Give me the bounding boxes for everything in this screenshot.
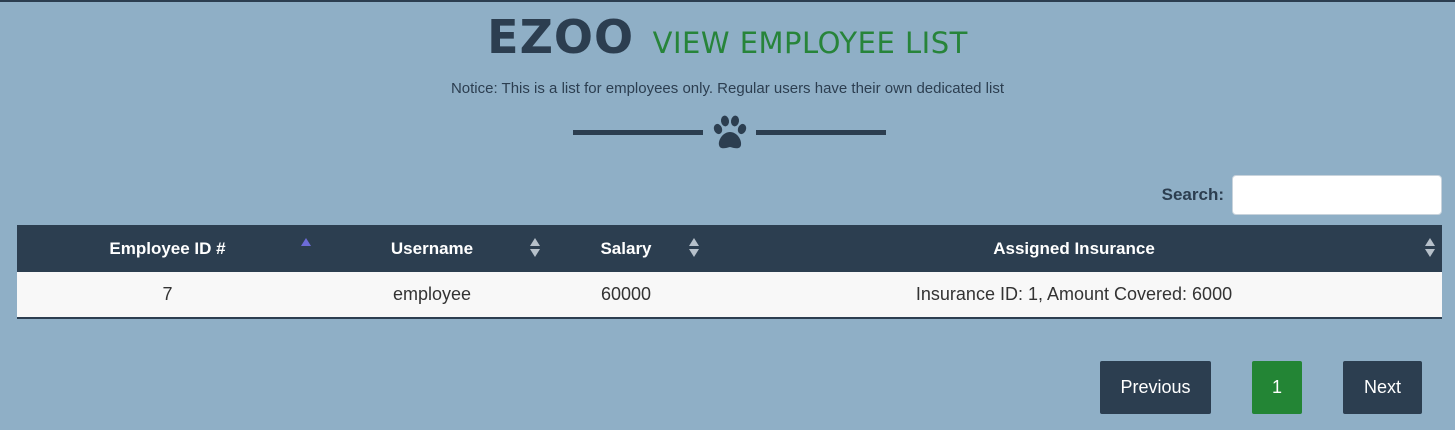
employee-table: Employee ID # Username Salary Assigned I…: [17, 225, 1442, 319]
cell-employee-id: 7: [162, 284, 173, 304]
previous-page-button[interactable]: Previous: [1100, 361, 1211, 414]
cell-salary: 60000: [600, 284, 652, 304]
table-row: 7 employee 60000 Insurance ID: 1, Amount…: [17, 272, 1442, 318]
page-subtitle: VIEW EMPLOYEE LIST: [652, 26, 968, 60]
brand-logo-text: EZOO: [487, 10, 635, 64]
column-header-username[interactable]: Username: [318, 225, 546, 272]
search-input[interactable]: [1232, 175, 1442, 215]
sort-both-icon: [689, 238, 699, 258]
table-header-row: Employee ID # Username Salary Assigned I…: [17, 225, 1442, 272]
divider-line-right: [756, 130, 886, 135]
paw-icon: [713, 115, 747, 149]
cell-assigned-insurance: Insurance ID: 1, Amount Covered: 6000: [915, 284, 1233, 304]
header-divider: [573, 114, 886, 152]
search-bar: Search:: [1162, 175, 1442, 215]
column-header-assigned-insurance[interactable]: Assigned Insurance: [706, 225, 1442, 272]
cell-username: employee: [392, 284, 472, 304]
sort-both-icon: [530, 238, 540, 258]
page-title: EZOO VIEW EMPLOYEE LIST: [0, 10, 1455, 64]
divider-line-left: [573, 130, 703, 135]
page-1-button[interactable]: 1: [1252, 361, 1302, 414]
column-header-employee-id[interactable]: Employee ID #: [17, 225, 318, 272]
column-header-label: Employee ID #: [109, 238, 226, 258]
column-header-label: Assigned Insurance: [993, 238, 1155, 258]
column-header-label: Username: [390, 238, 474, 258]
column-header-salary[interactable]: Salary: [546, 225, 706, 272]
column-header-label: Salary: [600, 238, 652, 258]
sort-both-icon: [1425, 238, 1435, 258]
pagination: Previous 1 Next: [0, 361, 1455, 414]
sort-ascending-icon: [301, 238, 311, 258]
notice-text: Notice: This is a list for employees onl…: [450, 80, 1005, 97]
search-label: Search:: [1161, 185, 1224, 204]
next-page-button[interactable]: Next: [1343, 361, 1422, 414]
